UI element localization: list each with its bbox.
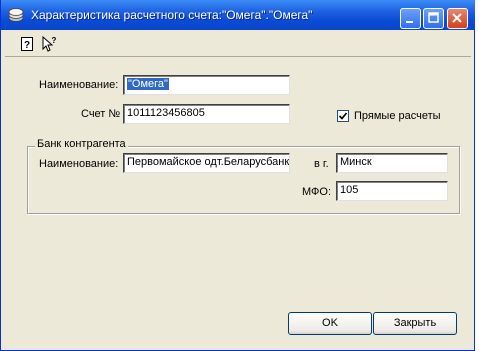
city-field[interactable]: Минск <box>336 153 448 173</box>
city-label: в г. <box>314 158 329 170</box>
close-window-button[interactable] <box>447 8 468 29</box>
account-number-field[interactable]: 1011123456805 <box>123 104 290 124</box>
bank-name-label: Наименование: <box>39 158 119 170</box>
mfo-field[interactable]: 105 <box>336 181 448 201</box>
svg-text:?: ? <box>24 40 30 51</box>
minimize-icon <box>406 21 413 23</box>
close-button[interactable]: Закрыть <box>373 312 457 335</box>
toolbar-separator <box>5 56 471 57</box>
account-name-label: Наименование: <box>39 79 119 91</box>
account-name-field[interactable]: "Омега" <box>123 75 290 95</box>
maximize-icon <box>428 12 439 23</box>
dialog-window: Характеристика расчетного счета:"Омега".… <box>0 0 476 351</box>
direct-payments-label: Прямые расчеты <box>354 110 441 122</box>
close-icon <box>452 13 462 23</box>
svg-text:?: ? <box>52 36 57 45</box>
title-bar[interactable]: Характеристика расчетного счета:"Омега".… <box>1 0 476 30</box>
maximize-button[interactable] <box>423 8 444 29</box>
window-edge <box>475 0 479 351</box>
bank-name-field[interactable]: Первомайское одт.Беларусбанк <box>123 153 290 173</box>
pointer-help-icon[interactable]: ? <box>41 36 57 52</box>
account-name-value: "Омега" <box>127 78 169 90</box>
mfo-label: МФО: <box>302 186 332 198</box>
minimize-button[interactable] <box>400 8 421 29</box>
question-help-icon[interactable]: ? <box>20 36 36 52</box>
bank-app-icon <box>8 8 24 22</box>
toolbar: ? ? <box>1 30 474 56</box>
ok-button[interactable]: OK <box>288 312 372 335</box>
direct-payments-checkbox[interactable] <box>337 110 349 122</box>
window-title: Характеристика расчетного счета:"Омега".… <box>31 8 313 22</box>
bank-group-caption: Банк контрагента <box>35 138 128 150</box>
checkmark-icon <box>338 112 348 120</box>
account-number-label: Счет № <box>81 108 121 120</box>
